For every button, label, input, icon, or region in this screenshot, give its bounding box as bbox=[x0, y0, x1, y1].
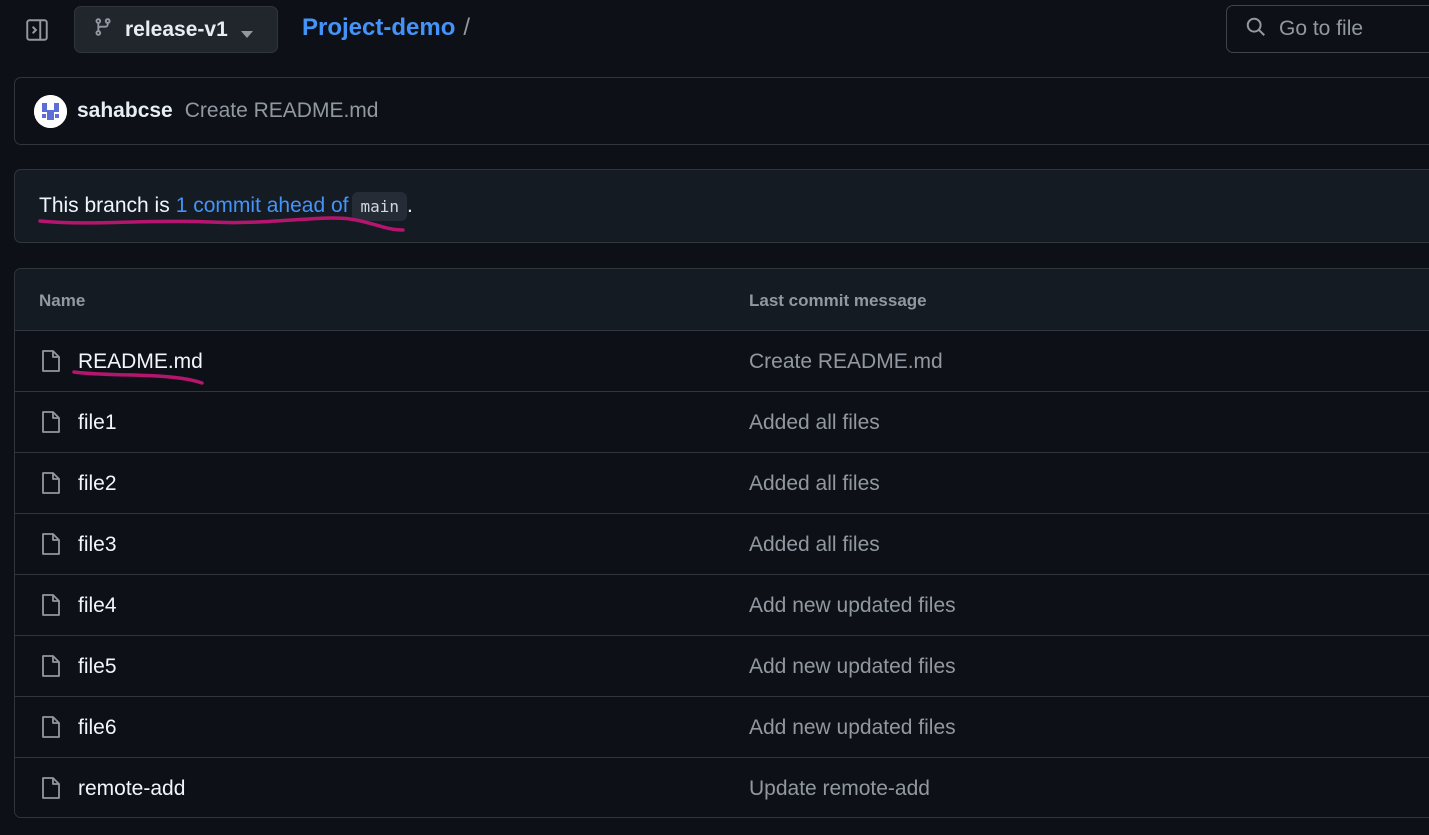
go-to-file-placeholder: Go to file bbox=[1279, 17, 1364, 40]
file-commit-message-link[interactable]: Added all files bbox=[749, 533, 880, 557]
file-commit-message-link[interactable]: Create README.md bbox=[749, 350, 943, 374]
commit-author-link[interactable]: sahabcse bbox=[77, 99, 173, 123]
search-icon bbox=[1245, 16, 1267, 43]
top-bar: release-v1 Project-demo / Go to file bbox=[0, 0, 1429, 62]
git-branch-icon bbox=[93, 16, 113, 43]
file-commit-message-link[interactable]: Added all files bbox=[749, 472, 880, 496]
branch-selector-button[interactable]: release-v1 bbox=[74, 6, 278, 53]
file-icon bbox=[40, 654, 62, 683]
avatar[interactable] bbox=[34, 94, 67, 128]
table-row[interactable]: file5 Add new updated files bbox=[15, 636, 1429, 697]
table-row[interactable]: file3 Added all files bbox=[15, 514, 1429, 575]
file-table: Name Last commit message README.md Creat… bbox=[14, 268, 1429, 818]
table-row[interactable]: file1 Added all files bbox=[15, 392, 1429, 453]
latest-commit-bar: sahabcse Create README.md bbox=[14, 77, 1429, 145]
file-icon bbox=[40, 349, 62, 378]
table-row[interactable]: file4 Add new updated files bbox=[15, 575, 1429, 636]
breadcrumb-separator: / bbox=[463, 14, 471, 41]
name-column-header: Name bbox=[39, 291, 86, 310]
base-branch-code: main bbox=[352, 191, 408, 221]
file-icon bbox=[40, 410, 62, 439]
last-commit-column-header: Last commit message bbox=[749, 291, 927, 310]
file-name-link[interactable]: README.md bbox=[78, 350, 203, 374]
commit-message-link[interactable]: Create README.md bbox=[185, 99, 379, 123]
go-to-file-input[interactable]: Go to file bbox=[1226, 5, 1429, 53]
file-commit-message-link[interactable]: Add new updated files bbox=[749, 594, 956, 618]
file-icon bbox=[40, 532, 62, 561]
table-header: Name Last commit message bbox=[15, 269, 1429, 331]
file-name-link[interactable]: file6 bbox=[78, 716, 117, 740]
branch-comparison-banner: This branch is 1 commit ahead of main . bbox=[14, 169, 1429, 243]
file-name-link[interactable]: file5 bbox=[78, 655, 117, 679]
file-name-link[interactable]: file3 bbox=[78, 533, 117, 557]
file-name-link[interactable]: file4 bbox=[78, 594, 117, 618]
branch-status-prefix: This branch is bbox=[39, 194, 170, 217]
table-row[interactable]: remote-add Update remote-add bbox=[15, 758, 1429, 817]
table-row[interactable]: file2 Added all files bbox=[15, 453, 1429, 514]
breadcrumb: Project-demo / bbox=[302, 14, 470, 42]
file-name-link[interactable]: file2 bbox=[78, 472, 117, 496]
file-commit-message-link[interactable]: Added all files bbox=[749, 411, 880, 435]
triangle-down-icon bbox=[241, 26, 253, 44]
table-row[interactable]: file6 Add new updated files bbox=[15, 697, 1429, 758]
file-icon bbox=[40, 471, 62, 500]
file-icon bbox=[40, 776, 62, 805]
file-icon bbox=[40, 715, 62, 744]
table-row[interactable]: README.md Create README.md bbox=[15, 331, 1429, 392]
file-commit-message-link[interactable]: Update remote-add bbox=[749, 777, 930, 801]
sidebar-expand-icon[interactable] bbox=[22, 15, 52, 45]
file-name-link[interactable]: file1 bbox=[78, 411, 117, 435]
branch-status-suffix: . bbox=[407, 194, 413, 217]
breadcrumb-repo-link[interactable]: Project-demo bbox=[302, 14, 455, 42]
commits-ahead-link[interactable]: 1 commit ahead of bbox=[176, 194, 349, 218]
file-commit-message-link[interactable]: Add new updated files bbox=[749, 655, 956, 679]
file-commit-message-link[interactable]: Add new updated files bbox=[749, 716, 956, 740]
file-icon bbox=[40, 593, 62, 622]
file-name-link[interactable]: remote-add bbox=[78, 777, 185, 801]
branch-name: release-v1 bbox=[125, 17, 228, 41]
